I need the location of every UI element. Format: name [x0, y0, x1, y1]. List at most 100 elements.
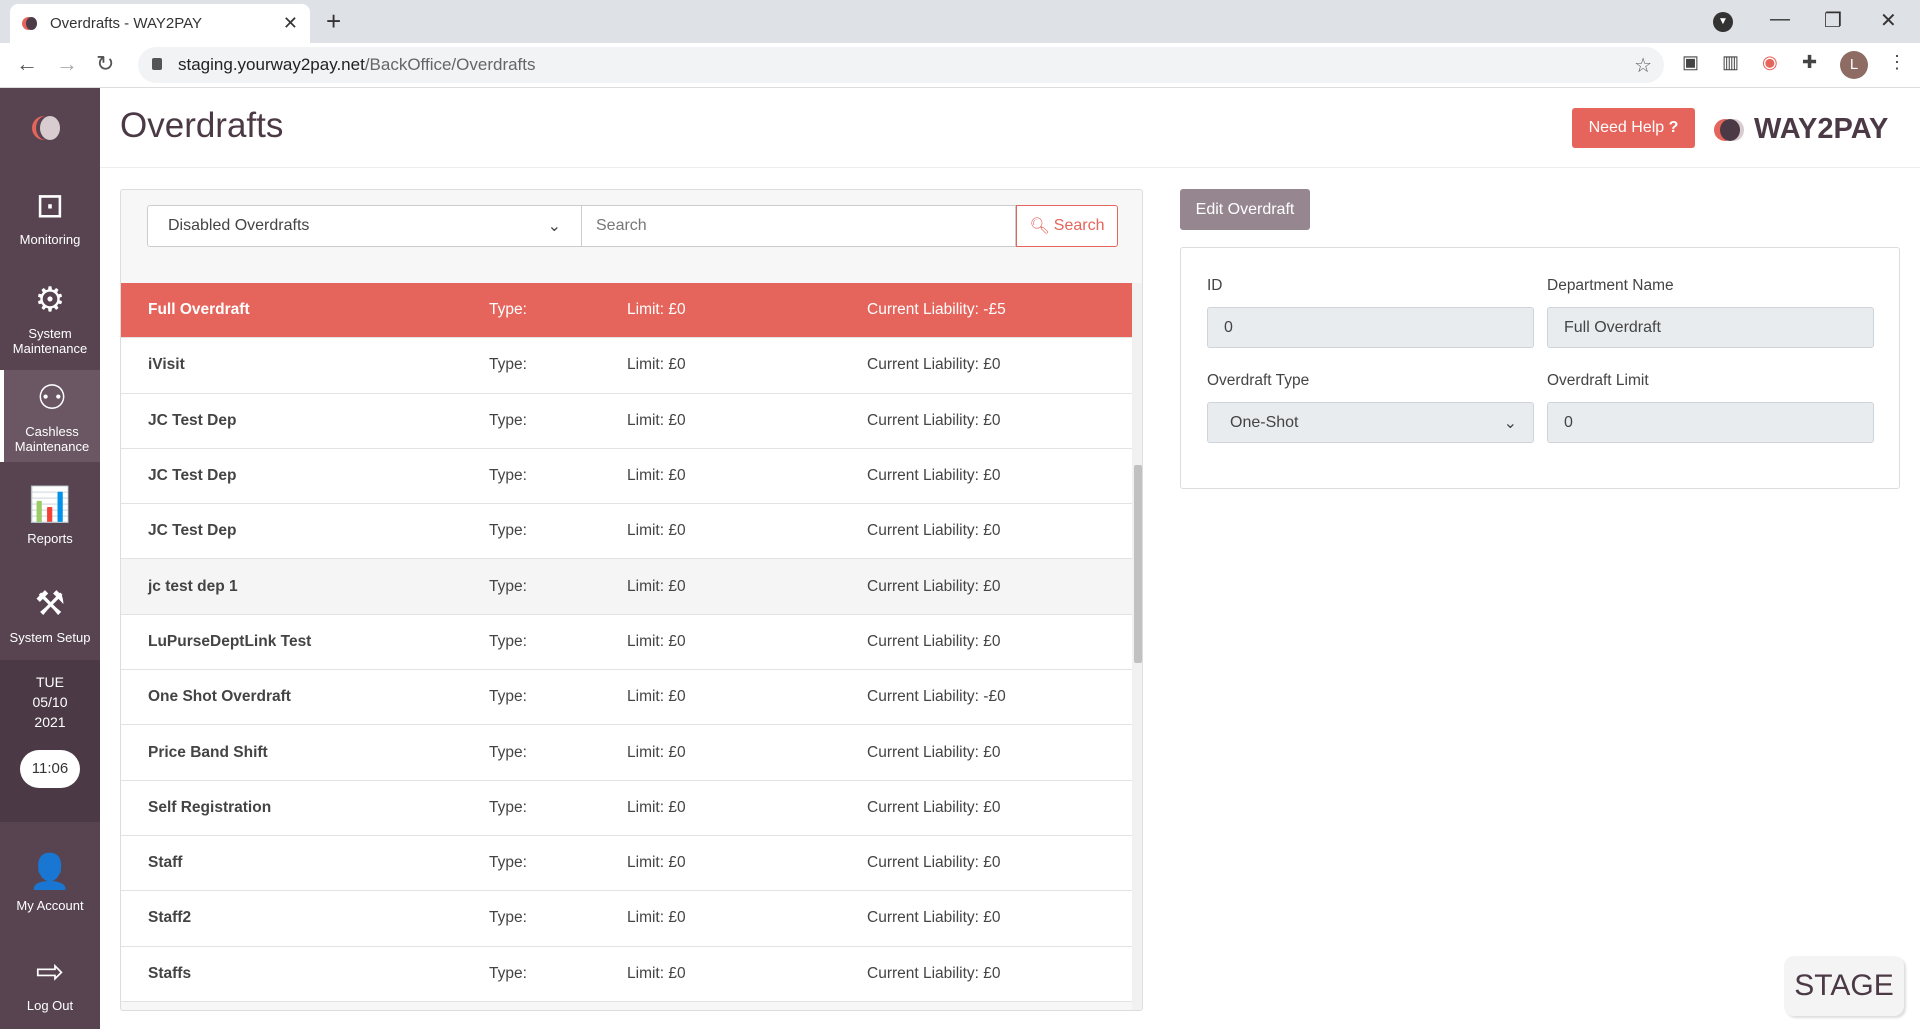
- table-row[interactable]: Full Overdraft Type: Limit: £0 Current Liab…: [121, 283, 1132, 339]
- row-type: Type:: [489, 798, 527, 816]
- sidebar-item-reports[interactable]: 📊 Reports: [0, 462, 100, 568]
- row-name: iVisit: [148, 356, 185, 374]
- scrollbar[interactable]: [1132, 283, 1142, 1010]
- question-icon: ?: [1668, 119, 1679, 136]
- overdraft-type-select[interactable]: One-Shot ⌄: [1207, 402, 1534, 443]
- department-name-value: Full Overdraft: [1564, 318, 1661, 336]
- help-label: Need Help: [1588, 119, 1665, 136]
- sidebar-item-my-account[interactable]: 👤 My Account: [0, 830, 100, 935]
- row-name: Staff: [148, 854, 183, 872]
- extension-record-icon[interactable]: ◉: [1762, 52, 1778, 73]
- address-bar-row: ← → ↻ staging.yourway2pay.net/BackOffice…: [0, 43, 1920, 88]
- filter-bar: Disabled Overdrafts ⌄ Search 🔍︎ Search: [147, 205, 1118, 247]
- reload-icon[interactable]: ↻: [96, 51, 114, 77]
- row-limit: Limit: £0: [627, 798, 686, 816]
- tools-icon: ⚒: [34, 584, 66, 623]
- search-label: Search: [1053, 217, 1105, 234]
- table-row[interactable]: JC Test Dep Type: Limit: £0 Current Liabili…: [121, 504, 1132, 560]
- table-row[interactable]: JC Test Dep Type: Limit: £0 Current Liabili…: [121, 449, 1132, 505]
- back-icon[interactable]: ←: [16, 51, 38, 77]
- maximize-button[interactable]: ❐: [1824, 8, 1842, 33]
- row-type: Type:: [489, 522, 527, 540]
- user-icon: 👤: [28, 853, 72, 891]
- department-name-field[interactable]: Full Overdraft: [1547, 307, 1874, 348]
- overdraft-filter-select[interactable]: Disabled Overdrafts ⌄: [147, 205, 582, 247]
- users-gear-icon: ⚇: [36, 379, 68, 417]
- sidebar-logo[interactable]: [0, 88, 100, 168]
- table-row[interactable]: Price Band Shift Type: Limit: £0 Current Li…: [121, 725, 1132, 781]
- row-limit: Limit: £0: [627, 854, 686, 872]
- row-liability: Current Liability: £0: [867, 577, 1001, 595]
- row-type: Type:: [489, 854, 527, 872]
- id-label: ID: [1207, 277, 1223, 294]
- row-limit: Limit: £0: [627, 522, 686, 540]
- table-row[interactable]: One Shot Overdraft Type: Limit: £0 Current …: [121, 670, 1132, 726]
- edit-overdraft-button[interactable]: Edit Overdraft: [1180, 189, 1310, 230]
- overdraft-list: Full Overdraft Type: Limit: £0 Current Liab…: [121, 283, 1132, 1002]
- row-liability: Current Liability: -£0: [867, 688, 1006, 706]
- extension-trello-icon[interactable]: ▥: [1722, 52, 1739, 73]
- row-liability: Current Liability: £0: [867, 743, 1001, 761]
- row-name: One Shot Overdraft: [148, 688, 291, 706]
- media-dropdown-icon[interactable]: ▼: [1713, 12, 1733, 32]
- table-row[interactable]: JC Test Dep Type: Limit: £0 Current Liabili…: [121, 394, 1132, 449]
- environment-badge: STAGE: [1784, 956, 1904, 1016]
- search-placeholder: Search: [596, 217, 647, 234]
- row-limit: Limit: £0: [627, 909, 686, 927]
- edit-overdraft-form: ID 0 Department Name Full Overdraft Over…: [1180, 247, 1900, 489]
- overdraft-type-value: One-Shot: [1230, 413, 1299, 431]
- sidebar-item-system-maintenance[interactable]: ⚙ System Maintenance: [0, 265, 100, 370]
- url-path: /BackOffice/Overdrafts: [364, 55, 536, 74]
- sidebar-item-monitoring[interactable]: ⊡ Monitoring: [0, 168, 100, 265]
- id-field[interactable]: 0: [1207, 307, 1534, 348]
- new-tab-button[interactable]: +: [326, 6, 341, 37]
- sidebar-item-cashless-maintenance[interactable]: ⚇ Cashless Maintenance: [0, 370, 100, 462]
- search-input[interactable]: Search: [582, 205, 1016, 247]
- minimize-button[interactable]: —: [1770, 8, 1790, 31]
- search-icon: 🔍︎: [1029, 218, 1050, 235]
- row-name: Full Overdraft: [148, 301, 250, 319]
- table-row[interactable]: Staff2 Type: Limit: £0 Current Liability: £…: [121, 891, 1132, 947]
- row-liability: Current Liability: £0: [867, 632, 1001, 650]
- row-name: Staffs: [148, 964, 192, 982]
- scrollbar-thumb[interactable]: [1134, 465, 1142, 663]
- overdraft-type-label: Overdraft Type: [1207, 372, 1310, 389]
- overdraft-limit-value: 0: [1564, 413, 1573, 431]
- sidebar-item-label: Monitoring: [19, 232, 81, 247]
- lock-icon: [152, 58, 162, 70]
- logo-icon: [32, 116, 68, 140]
- close-tab-icon[interactable]: ✕: [283, 13, 298, 34]
- row-name: Self Registration: [148, 798, 272, 816]
- menu-kebab-icon[interactable]: ⋮: [1888, 52, 1906, 73]
- row-name: JC Test Dep: [148, 467, 237, 485]
- extension-video-icon[interactable]: ▣: [1682, 52, 1699, 73]
- table-row[interactable]: Self Registration Type: Limit: £0 Current L…: [121, 781, 1132, 836]
- table-row[interactable]: Staffs Type: Limit: £0 Current Liability: £…: [121, 947, 1132, 1002]
- row-name: LuPurseDeptLink Test: [148, 632, 312, 650]
- url-field[interactable]: staging.yourway2pay.net/BackOffice/Overd…: [138, 47, 1664, 83]
- table-row[interactable]: jc test dep 1 Type: Limit: £0 Current Liabi…: [121, 559, 1132, 615]
- sidebar-item-log-out[interactable]: ⇨ Log Out: [0, 935, 100, 1029]
- brand-name: WAY2PAY: [1754, 113, 1889, 145]
- need-help-button[interactable]: Need Help ?: [1572, 108, 1695, 148]
- search-button[interactable]: 🔍︎ Search: [1016, 205, 1118, 247]
- gear-icon: ⚙: [34, 280, 66, 319]
- row-name: JC Test Dep: [148, 522, 237, 540]
- extensions-puzzle-icon[interactable]: ✚: [1802, 52, 1817, 73]
- browser-tab[interactable]: Overdrafts - WAY2PAY ✕: [10, 4, 310, 43]
- table-row[interactable]: iVisit Type: Limit: £0 Current Liability: £…: [121, 338, 1132, 394]
- table-row[interactable]: Staff Type: Limit: £0 Current Liability: £0: [121, 836, 1132, 892]
- table-row[interactable]: LuPurseDeptLink Test Type: Limit: £0 Curren…: [121, 615, 1132, 671]
- sidebar-item-system-setup[interactable]: ⚒ System Setup: [0, 568, 100, 660]
- forward-icon[interactable]: →: [56, 51, 78, 77]
- profile-avatar[interactable]: L: [1840, 51, 1868, 79]
- sidebar-item-label: Reports: [27, 530, 73, 546]
- favicon-icon: [22, 16, 38, 31]
- close-window-button[interactable]: ✕: [1880, 8, 1897, 33]
- row-type: Type:: [489, 411, 527, 429]
- row-type: Type:: [489, 964, 527, 982]
- row-limit: Limit: £0: [627, 688, 686, 706]
- star-icon[interactable]: ☆: [1634, 53, 1652, 78]
- day: TUE: [36, 674, 64, 690]
- overdraft-limit-field[interactable]: 0: [1547, 402, 1874, 443]
